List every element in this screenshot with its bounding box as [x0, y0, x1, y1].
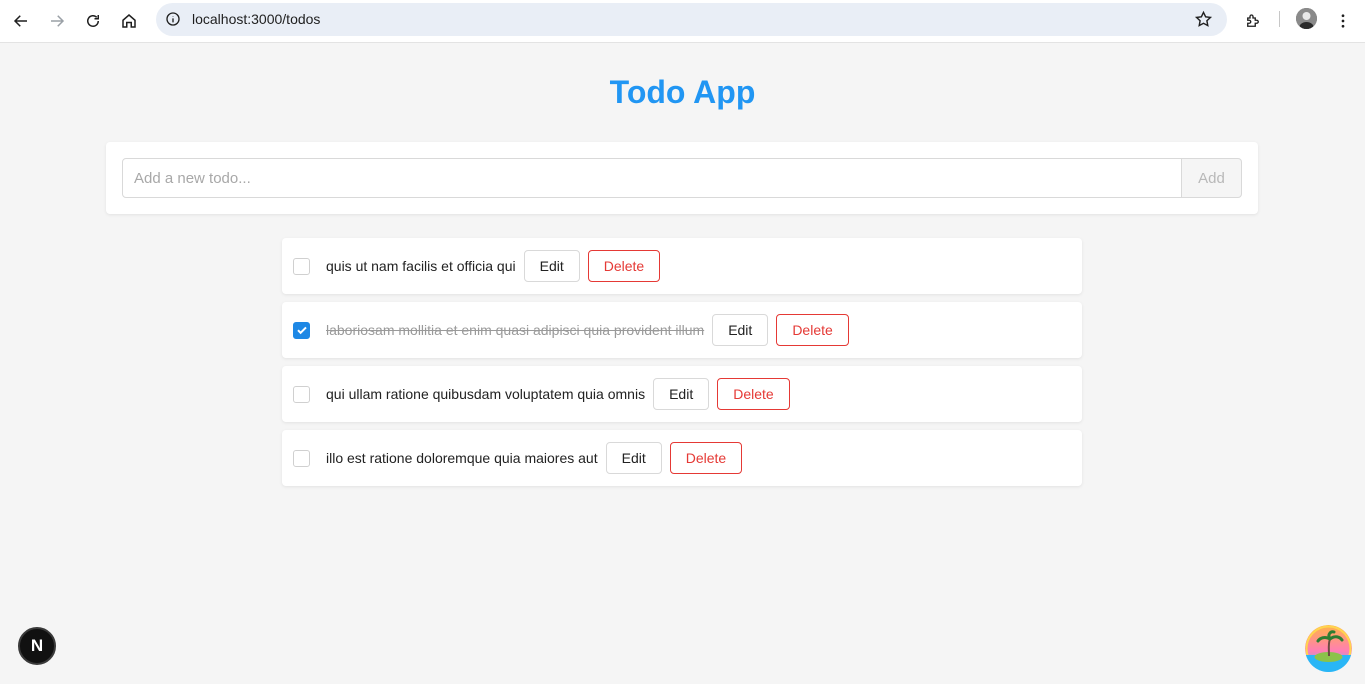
todo-text: quis ut nam facilis et officia qui: [326, 258, 516, 274]
delete-button[interactable]: Delete: [717, 378, 790, 410]
todo-list: quis ut nam facilis et officia qui Edit …: [282, 238, 1082, 494]
add-button[interactable]: Add: [1181, 158, 1242, 198]
browser-menu-button[interactable]: [1328, 6, 1358, 36]
todo-checkbox[interactable]: [293, 321, 310, 339]
todo-checkbox[interactable]: [293, 257, 310, 275]
edit-button[interactable]: Edit: [712, 314, 769, 346]
edit-button[interactable]: Edit: [653, 378, 710, 410]
island-icon: [1305, 625, 1352, 672]
assistant-launcher-button[interactable]: [1305, 625, 1352, 672]
todo-checkbox[interactable]: [293, 449, 310, 467]
todo-text: qui ullam ratione quibusdam voluptatem q…: [326, 386, 646, 402]
edit-button[interactable]: Edit: [523, 250, 580, 282]
reload-icon: [87, 15, 99, 27]
todo-item: laboriosam mollitia et enim quasi adipis…: [282, 302, 1082, 358]
browser-toolbar: localhost:3000/todos: [0, 0, 1365, 43]
back-arrow-icon: [13, 15, 27, 27]
forward-arrow-icon: [51, 15, 65, 27]
todo-text: laboriosam mollitia et enim quasi adipis…: [326, 322, 705, 338]
forward-button[interactable]: [42, 6, 72, 36]
delete-button[interactable]: Delete: [669, 442, 743, 474]
delete-button[interactable]: Delete: [587, 250, 661, 282]
reload-button[interactable]: [78, 6, 108, 36]
puzzle-icon: [1247, 14, 1259, 27]
todo-text: illo est ratione doloremque quia maiores…: [326, 450, 598, 466]
add-todo-form: Add: [106, 142, 1258, 214]
extensions-button[interactable]: [1238, 6, 1268, 36]
nextjs-devtools-button[interactable]: N: [18, 627, 56, 665]
delete-button[interactable]: Delete: [776, 314, 849, 346]
address-bar[interactable]: localhost:3000/todos: [156, 3, 1227, 36]
home-button[interactable]: [114, 6, 144, 36]
new-todo-input[interactable]: [122, 158, 1182, 198]
more-vertical-icon: [1341, 14, 1345, 28]
todo-item: illo est ratione doloremque quia maiores…: [282, 430, 1082, 486]
home-icon: [122, 14, 136, 28]
bookmark-star-icon[interactable]: [1194, 10, 1213, 29]
site-info-icon[interactable]: [165, 11, 181, 27]
profile-icon: [1296, 8, 1317, 29]
checkmark-icon: [296, 326, 307, 335]
toolbar-divider: [1279, 11, 1280, 27]
back-button[interactable]: [6, 6, 36, 36]
todo-checkbox[interactable]: [293, 385, 310, 403]
url-text[interactable]: localhost:3000/todos: [192, 11, 320, 27]
todo-item: quis ut nam facilis et officia qui Edit …: [282, 238, 1082, 294]
todo-item: qui ullam ratione quibusdam voluptatem q…: [282, 366, 1082, 422]
page-title: Todo App: [609, 74, 756, 110]
edit-button[interactable]: Edit: [605, 442, 662, 474]
profile-avatar[interactable]: [1296, 8, 1317, 29]
